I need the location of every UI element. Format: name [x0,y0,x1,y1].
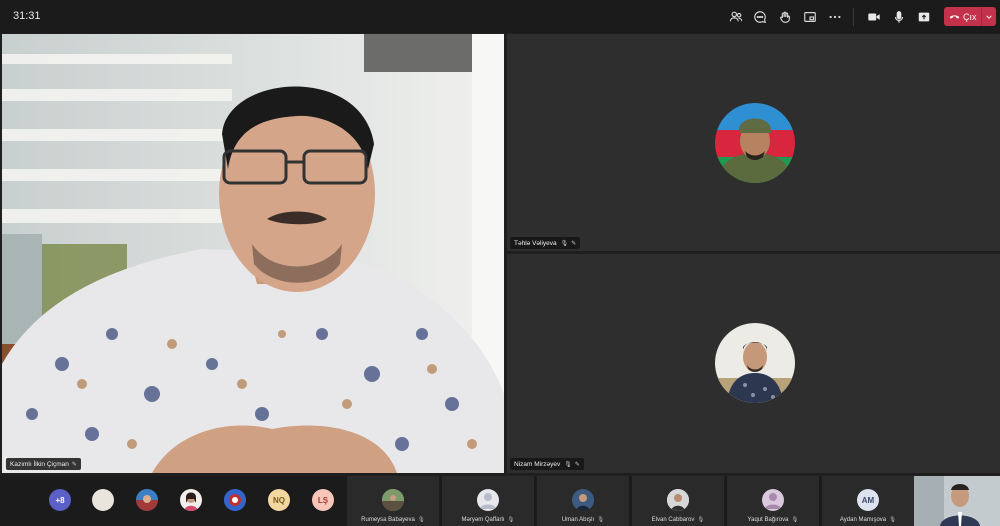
participant-label: Elvan Cabbarov 🎙 [651,517,705,523]
avatar [762,489,784,511]
participant-tile-nizam[interactable]: Nizam Mirzəyev 🎙 ✎ [507,254,1000,473]
participant-name: Nizam Mirzəyev [514,460,561,468]
leave-button-main[interactable]: Çıx [944,7,981,26]
overflow-participants-badge[interactable]: +8 [49,489,71,511]
more-actions-icon[interactable] [825,7,845,27]
muted-microphone-icon: 🎙 [791,517,799,523]
microphone-icon[interactable] [889,7,909,27]
participant-label: Rumeysa Babayeva 🎙 [361,517,425,523]
leave-options-chevron-down-icon[interactable] [980,7,996,26]
avatar[interactable] [92,489,114,511]
meeting-toolbar: 31:31 Çıx [0,0,1000,33]
hang-up-icon [949,15,960,19]
avatar [382,489,404,511]
main-participant-name-tag: Kazımlı İlkin Çiçman ✎ [6,458,81,470]
muted-microphone-icon: 🎙 [564,461,572,468]
toolbar-divider [853,8,854,26]
participant-label: Məryəm Qaffarlı 🎙 [461,517,515,523]
avatar [477,489,499,511]
avatar[interactable] [136,489,158,511]
avatar [572,489,594,511]
muted-microphone-icon: 🎙 [507,517,515,523]
main-video-feed [2,34,504,473]
share-screen-icon[interactable] [914,7,934,27]
muted-microphone-icon: 🎙 [560,240,569,247]
participant-tile-rumeysa[interactable]: Rumeysa Babayeva 🎙 [347,476,439,526]
avatar [715,103,795,183]
pin-icon: ✎ [571,240,577,247]
avatar-initials[interactable]: LŞ [312,489,334,511]
participant-name-tag: Nizam Mirzəyev 🎙 ✎ [510,458,584,470]
muted-microphone-icon: 🎙 [597,517,605,523]
participant-tile-yaqut[interactable]: Yaqut Bağırova 🎙 [727,476,819,526]
participant-label: Aydan Mamışova 🎙 [839,517,897,523]
default-person-icon [480,493,496,509]
leave-button[interactable]: Çıx [944,7,996,26]
muted-microphone-icon: 🎙 [697,517,705,523]
chat-icon[interactable] [750,7,770,27]
reactions-icon[interactable] [775,7,795,27]
participant-label: Uman Abışlı 🎙 [561,517,605,523]
participant-name: Təhlə Vəliyeva [514,239,557,247]
avatar[interactable] [224,489,246,511]
muted-microphone-icon: 🎙 [889,517,897,523]
avatar [667,489,689,511]
participant-tile-meryem[interactable]: Məryəm Qaffarlı 🎙 [442,476,534,526]
leave-label: Çıx [963,11,977,22]
avatar [715,323,795,403]
participant-name-tag: Təhlə Vəliyeva 🎙 ✎ [510,237,581,249]
participant-tile-elvan[interactable]: Elvan Cabbarov 🎙 [632,476,724,526]
self-view-video[interactable] [914,476,1000,526]
avatar-initials[interactable]: NQ [268,489,290,511]
participant-name: Kazımlı İlkin Çiçman [10,460,69,468]
meeting-timer: 31:31 [13,10,41,22]
participants-icon[interactable] [726,7,746,27]
pin-icon: ✎ [71,461,77,468]
pin-icon: ✎ [574,461,580,468]
participant-label: Yaqut Bağırova 🎙 [747,517,799,523]
participant-tile-uman[interactable]: Uman Abışlı 🎙 [537,476,629,526]
participant-tile-aydan[interactable]: AM Aydan Mamışova 🎙 [822,476,914,526]
camera-icon[interactable] [864,7,884,27]
participant-tile-tehle[interactable]: Təhlə Vəliyeva 🎙 ✎ [507,34,1000,251]
avatar[interactable] [180,489,202,511]
default-person-icon [765,493,781,509]
breakout-rooms-icon[interactable] [800,7,820,27]
muted-microphone-icon: 🎙 [417,517,425,523]
avatar-initials: AM [857,489,879,511]
main-video-tile[interactable]: Kazımlı İlkin Çiçman ✎ [2,34,504,473]
